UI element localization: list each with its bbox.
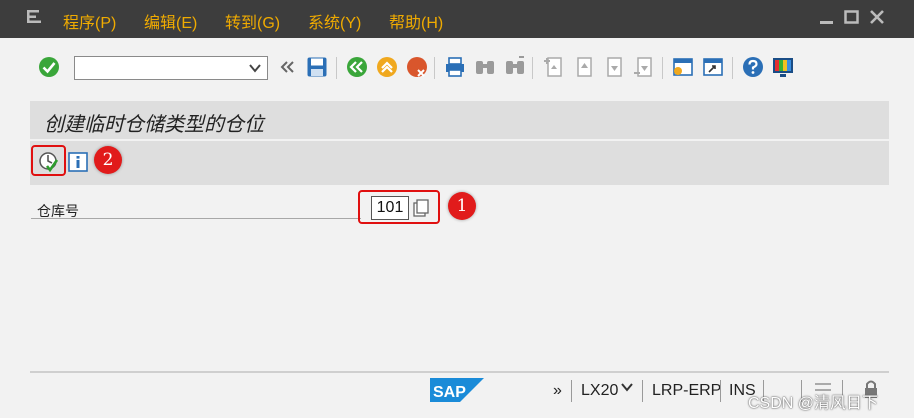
maximize-icon[interactable] <box>843 8 861 26</box>
close-window-icon[interactable] <box>868 8 886 26</box>
command-field[interactable] <box>74 56 268 80</box>
find-next-icon[interactable] <box>502 52 528 82</box>
highlight-execute <box>31 145 66 176</box>
svg-text:SAP: SAP <box>433 384 466 401</box>
enter-check-icon[interactable] <box>36 52 62 82</box>
shortcut-icon[interactable] <box>700 52 726 82</box>
status-expand-arrows[interactable]: » <box>553 382 562 400</box>
info-icon[interactable] <box>67 151 89 173</box>
menu-goto[interactable]: 转到(G) <box>225 9 280 33</box>
help-icon[interactable] <box>740 52 766 82</box>
transaction-code: LX20 <box>581 382 619 399</box>
back-icon[interactable] <box>344 52 370 82</box>
watermark-text: CSDN @清风日下 <box>748 395 879 412</box>
last-page-icon[interactable] <box>630 52 656 82</box>
exit-icon[interactable] <box>374 52 400 82</box>
menu-bar: 程序(P) 编辑(E) 转到(G) 系统(Y) 帮助(H) <box>0 0 914 38</box>
callout-badge-2: 2 <box>94 146 122 174</box>
sap-logo: SAP <box>430 378 484 402</box>
menu-program[interactable]: 程序(P) <box>63 9 116 33</box>
cancel-icon[interactable] <box>404 52 430 82</box>
double-chevron-left-icon[interactable] <box>274 52 300 82</box>
transaction-dropdown-icon[interactable] <box>621 380 633 398</box>
print-icon[interactable] <box>442 52 468 82</box>
callout-badge-1: 1 <box>448 192 476 220</box>
previous-page-icon[interactable] <box>570 52 596 82</box>
application-toolbar <box>30 141 889 185</box>
menu-help[interactable]: 帮助(H) <box>389 9 443 33</box>
save-icon[interactable] <box>304 52 330 82</box>
find-icon[interactable] <box>472 52 498 82</box>
app-menu-icon[interactable] <box>26 9 44 25</box>
first-page-icon[interactable] <box>540 52 566 82</box>
status-divider <box>30 371 889 373</box>
label-underline <box>31 218 361 219</box>
new-session-icon[interactable] <box>670 52 696 82</box>
system-name: LRP-ERP <box>652 382 722 399</box>
customize-layout-icon[interactable] <box>770 52 796 82</box>
command-input[interactable] <box>78 58 250 80</box>
menu-edit[interactable]: 编辑(E) <box>144 9 197 33</box>
menu-system[interactable]: 系统(Y) <box>308 9 361 33</box>
page-title: 创建临时仓储类型的仓位 <box>44 112 264 136</box>
screen-title-bar: 创建临时仓储类型的仓位 <box>30 101 889 139</box>
standard-toolbar <box>30 52 890 84</box>
highlight-warehouse-field <box>358 190 440 224</box>
command-dropdown-icon[interactable] <box>249 61 261 80</box>
minimize-icon[interactable] <box>818 8 836 26</box>
next-page-icon[interactable] <box>600 52 626 82</box>
